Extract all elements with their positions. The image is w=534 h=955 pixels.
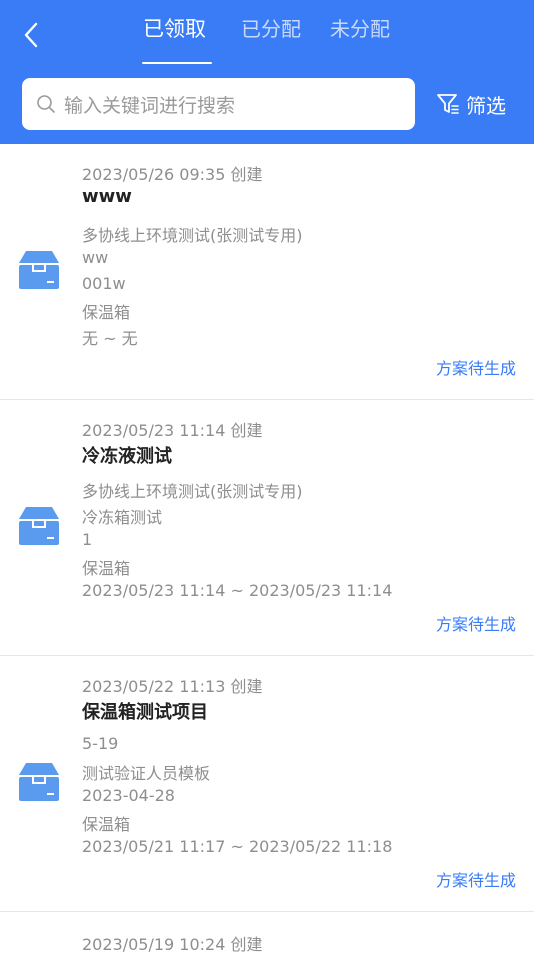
box-icon: [19, 507, 59, 545]
created-time: 2023/05/23 11:14 创建: [82, 421, 263, 440]
item-detail: ww: [82, 248, 109, 267]
list-item[interactable]: 2023/05/23 11:14 创建 冷冻液测试 多协线上环境测试(张测试专用…: [0, 400, 534, 656]
list-item[interactable]: 2023/05/26 09:35 创建 www 多协线上环境测试(张测试专用) …: [0, 144, 534, 400]
tab-bar: 已领取 已分配 未分配: [0, 14, 534, 64]
box-icon: [19, 251, 59, 289]
tab-claimed[interactable]: 已领取: [143, 14, 206, 44]
search-input[interactable]: 输入关键词进行搜索: [22, 78, 415, 130]
tab-assigned[interactable]: 已分配: [241, 14, 301, 44]
item-detail: 001w: [82, 274, 126, 293]
filter-icon: [437, 94, 459, 114]
item-detail: 保温箱: [82, 303, 131, 322]
status-label: 方案待生成: [435, 615, 516, 634]
item-detail: 保温箱: [82, 559, 131, 578]
list-item[interactable]: 2023/05/22 11:13 创建 保温箱测试项目 5-19 测试验证人员模…: [0, 656, 534, 912]
status-label: 方案待生成: [435, 359, 516, 378]
box-icon: [19, 763, 59, 801]
item-date-range: 2023/05/21 11:17 ~ 2023/05/22 11:18: [82, 837, 393, 856]
status-label: 方案待生成: [435, 871, 516, 890]
tab-unassigned[interactable]: 未分配: [330, 14, 390, 44]
item-detail: 保温箱: [82, 815, 131, 834]
item-detail: 多协线上环境测试(张测试专用): [82, 226, 303, 245]
item-title: 冷冻液测试: [82, 446, 172, 467]
item-date-range: 2023/05/23 11:14 ~ 2023/05/23 11:14: [82, 581, 393, 600]
search-icon: [37, 95, 55, 113]
project-list: 2023/05/26 09:35 创建 www 多协线上环境测试(张测试专用) …: [0, 144, 534, 954]
item-title: www: [82, 186, 132, 207]
active-tab-indicator: [142, 62, 212, 64]
filter-button[interactable]: 筛选: [436, 88, 506, 120]
item-detail: 测试验证人员模板: [82, 764, 211, 783]
item-detail: 1: [82, 530, 93, 549]
item-detail: 多协线上环境测试(张测试专用): [82, 482, 303, 501]
item-detail: 5-19: [82, 734, 119, 753]
search-placeholder: 输入关键词进行搜索: [64, 94, 236, 117]
created-time: 2023/05/19 10:24 创建: [82, 935, 263, 954]
created-time: 2023/05/22 11:13 创建: [82, 677, 263, 696]
list-item[interactable]: 2023/05/19 10:24 创建: [0, 912, 534, 954]
item-date-range: 无 ~ 无: [82, 329, 138, 348]
item-detail: 2023-04-28: [82, 786, 175, 805]
top-bar: 已领取 已分配 未分配 输入关键词进行搜索 筛选: [0, 0, 534, 144]
item-detail: 冷冻箱测试: [82, 508, 163, 527]
created-time: 2023/05/26 09:35 创建: [82, 165, 263, 184]
item-title: 保温箱测试项目: [82, 702, 208, 723]
filter-label: 筛选: [466, 93, 506, 118]
